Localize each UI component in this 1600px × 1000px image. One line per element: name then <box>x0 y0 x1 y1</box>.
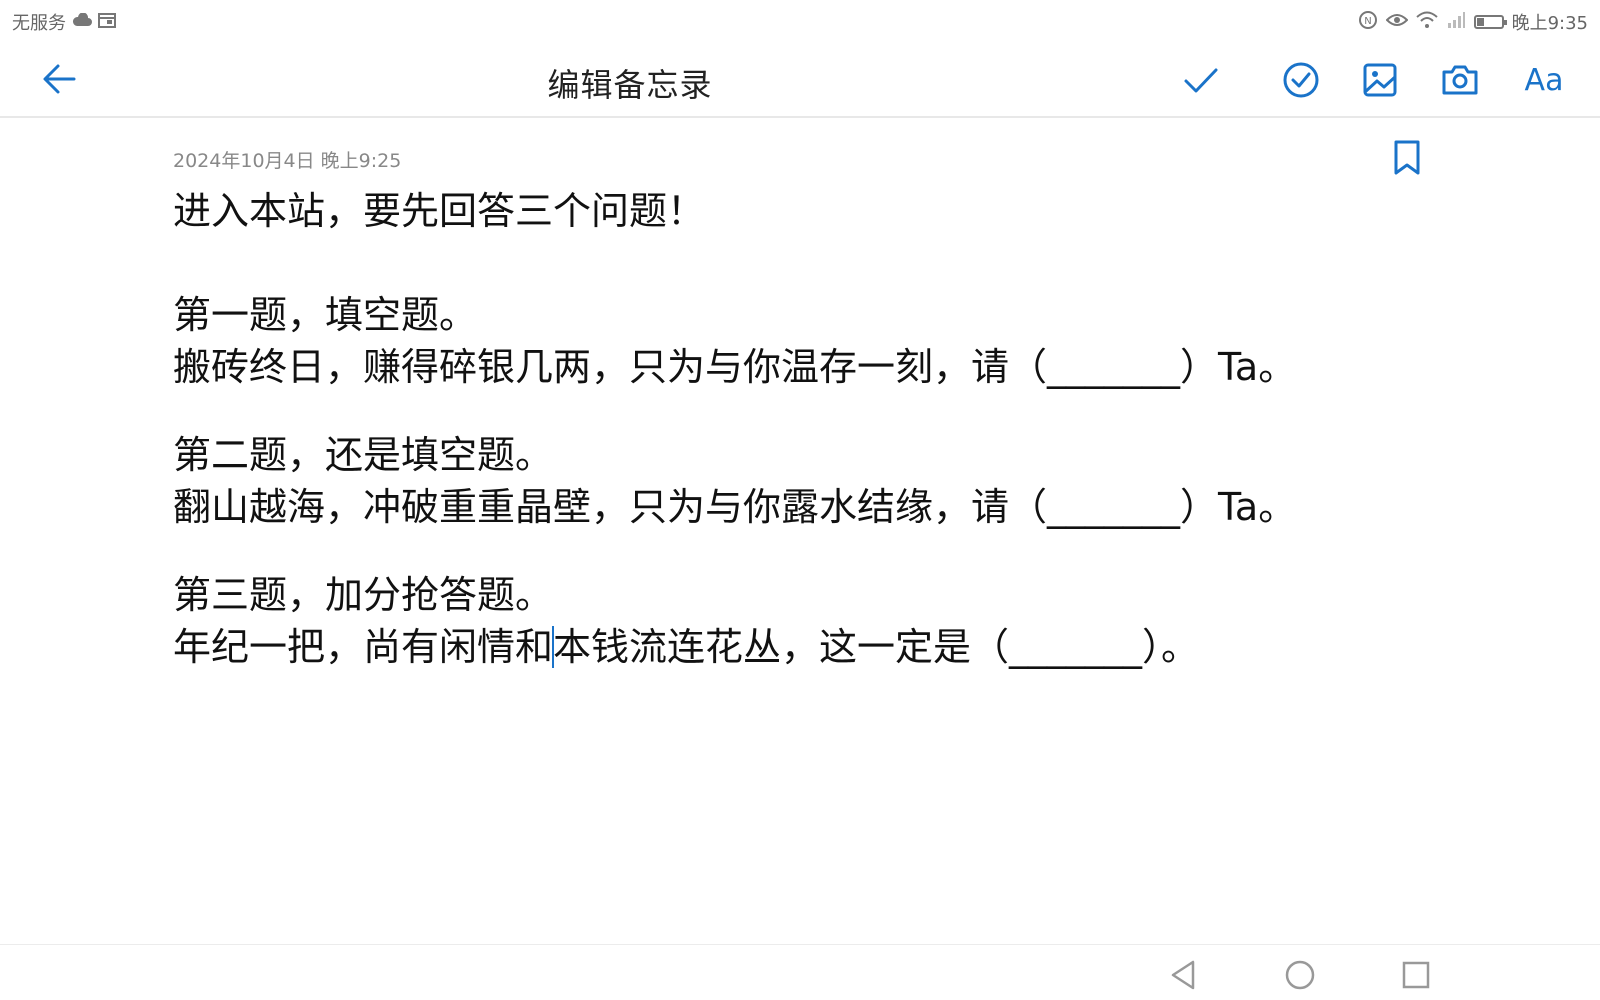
cloud-icon <box>72 12 92 32</box>
note-line: 搬砖终日，赚得碎银几两，只为与你温存一刻，请（_______）Ta。 <box>173 345 1297 389</box>
nav-recents-button[interactable] <box>1398 957 1434 993</box>
square-recents-icon <box>1402 961 1430 989</box>
note-line: 第一题，填空题。 <box>173 293 478 337</box>
status-right: N 晚上9:35 <box>1358 9 1588 35</box>
status-bar: 无服务 N 晚上9:35 <box>0 0 1600 40</box>
wifi-icon <box>1415 11 1438 34</box>
camera-icon <box>1442 65 1478 95</box>
signal-icon <box>1446 11 1466 34</box>
svg-text:N: N <box>1364 16 1371 27</box>
note-date: 2024年10月4日 晚上9:25 <box>173 150 402 172</box>
triangle-back-icon <box>1171 960 1195 990</box>
carrier-text: 无服务 <box>12 13 66 34</box>
status-left: 无服务 <box>12 9 116 35</box>
note-line: 进入本站，要先回答三个问题！ <box>173 189 706 233</box>
note-text-segment: 本钱流连花丛，这一定是（_______）。 <box>553 625 1200 669</box>
status-time: 晚上9:35 <box>1511 13 1588 34</box>
text-format-button[interactable]: Aa <box>1518 57 1570 103</box>
insert-image-button[interactable] <box>1357 57 1403 103</box>
title-bar: 编辑备忘录 Aa <box>0 40 1600 118</box>
battery-icon <box>1473 15 1507 29</box>
nfc-icon: N <box>1358 10 1378 35</box>
circle-home-icon <box>1285 960 1315 990</box>
nav-back-button[interactable] <box>1166 957 1202 993</box>
nav-home-button[interactable] <box>1282 957 1318 993</box>
eye-icon <box>1385 12 1408 33</box>
text-format-icon: Aa <box>1524 62 1564 98</box>
note-line: 翻山越海，冲破重重晶壁，只为与你露水结缘，请（_______）Ta。 <box>173 485 1297 529</box>
bookmark-icon <box>1394 140 1420 175</box>
note-line: 第三题，加分抢答题。 <box>173 573 554 617</box>
done-button[interactable] <box>1178 57 1224 103</box>
camera-button[interactable] <box>1437 57 1483 103</box>
image-icon <box>1363 63 1397 97</box>
note-line-with-cursor: 年纪一把，尚有闲情和本钱流连花丛，这一定是（_______）。 <box>173 621 1433 673</box>
page-title: 编辑备忘录 <box>547 66 713 104</box>
note-text-segment: 年纪一把，尚有闲情和 <box>173 625 554 669</box>
checkmark-icon <box>1184 68 1218 93</box>
navigation-bar <box>0 944 1600 1000</box>
bookmark-button[interactable] <box>1390 138 1424 178</box>
note-line: 第二题，还是填空题。 <box>173 433 554 477</box>
check-circle-icon <box>1283 62 1319 98</box>
note-editor[interactable]: 进入本站，要先回答三个问题！ 第一题，填空题。 搬砖终日，赚得碎银几两，只为与你… <box>173 185 1433 673</box>
calendar-icon <box>98 12 116 33</box>
checklist-button[interactable] <box>1278 57 1324 103</box>
